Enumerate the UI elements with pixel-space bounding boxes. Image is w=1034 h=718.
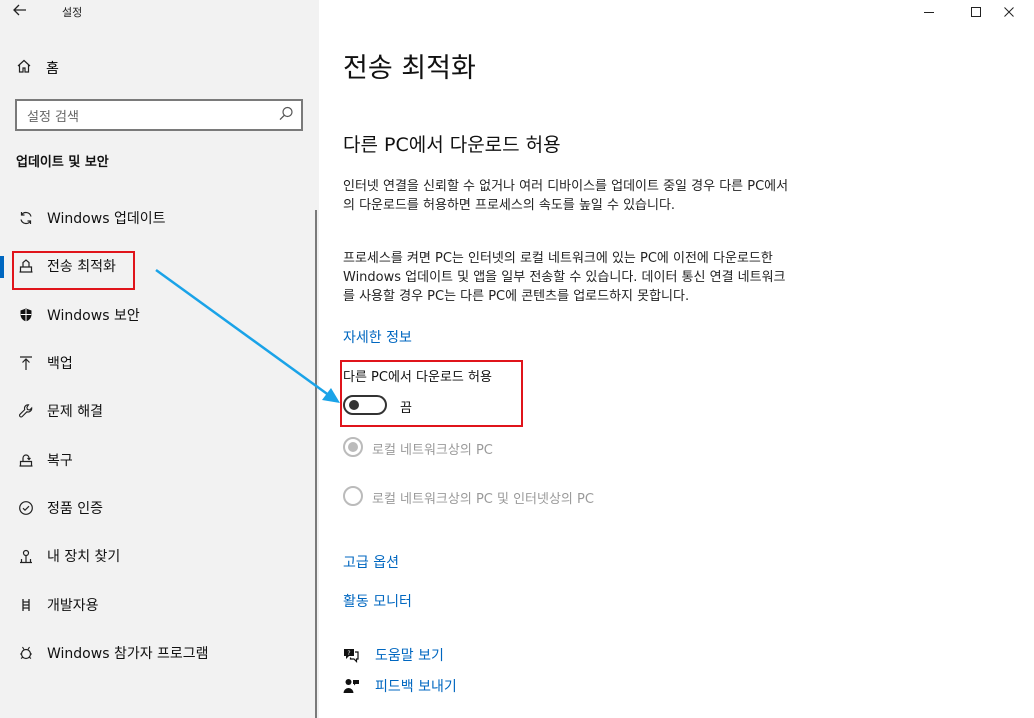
help-chat-icon: ?	[342, 646, 360, 664]
sidebar-item-label: 복구	[47, 452, 73, 469]
radio-label: 로컬 네트워크상의 PC 및 인터넷상의 PC	[372, 492, 594, 507]
sidebar-item-backup[interactable]: 백업	[0, 339, 319, 387]
sidebar-item-label: Windows 업데이트	[47, 211, 166, 228]
sidebar: 설정 홈 설정 검색 업데이트 및 보안 Windows 업데이트 전송 최적화	[0, 0, 319, 718]
recovery-icon	[16, 450, 36, 470]
toggle-knob	[349, 400, 359, 410]
toggle-state-text: 끔	[400, 401, 412, 416]
page-title: 전송 최적화	[343, 53, 476, 84]
sidebar-item-label: 개발자용	[47, 597, 99, 614]
feedback-icon	[342, 677, 360, 695]
svg-text:?: ?	[347, 650, 350, 657]
description-paragraph: 프로세스를 켜면 PC는 인터넷의 로컬 네트워크에 있는 PC에 이전에 다운…	[343, 251, 786, 304]
sidebar-item-activation[interactable]: 정품 인증	[0, 484, 319, 532]
sidebar-item-for-developers[interactable]: 개발자용	[0, 580, 319, 628]
toggle-label: 다른 PC에서 다운로드 허용	[343, 370, 492, 385]
section-subtitle: 다른 PC에서 다운로드 허용	[343, 134, 561, 156]
sidebar-item-label: 내 장치 찾기	[47, 549, 121, 566]
back-arrow-icon[interactable]	[12, 2, 34, 22]
radio-label: 로컬 네트워크상의 PC	[372, 443, 493, 458]
sidebar-item-label: Windows 참가자 프로그램	[47, 645, 209, 662]
activity-monitor-link[interactable]: 활동 모니터	[343, 591, 412, 611]
developer-icon	[16, 595, 36, 615]
search-placeholder: 설정 검색	[27, 110, 79, 125]
sidebar-scrollbar[interactable]	[315, 210, 317, 718]
sync-icon	[16, 208, 36, 228]
app-title: 설정	[62, 6, 83, 19]
description-paragraph: 인터넷 연결을 신뢰할 수 없거나 여러 디바이스를 업데이트 중일 경우 다른…	[343, 179, 789, 213]
allow-downloads-toggle[interactable]	[343, 395, 387, 415]
radio-local-network[interactable]	[343, 437, 363, 457]
search-icon	[277, 105, 295, 123]
find-device-icon	[16, 546, 36, 566]
sidebar-item-label: 백업	[47, 356, 73, 373]
backup-arrow-icon	[16, 353, 36, 373]
sidebar-item-find-my-device[interactable]: 내 장치 찾기	[0, 532, 319, 580]
sidebar-item-label: 정품 인증	[47, 500, 103, 517]
shield-icon	[16, 305, 36, 325]
advanced-options-link[interactable]: 고급 옵션	[343, 552, 399, 572]
sidebar-item-label: Windows 보안	[47, 307, 140, 324]
sidebar-item-troubleshoot[interactable]: 문제 해결	[0, 387, 319, 435]
home-icon	[16, 58, 36, 78]
insider-icon	[16, 643, 36, 663]
section-title: 업데이트 및 보안	[16, 155, 109, 170]
wrench-icon	[16, 401, 36, 421]
home-nav-item[interactable]: 홈	[16, 56, 59, 80]
sidebar-item-insider-program[interactable]: Windows 참가자 프로그램	[0, 629, 319, 677]
main-content: 전송 최적화 다른 PC에서 다운로드 허용 인터넷 연결을 신뢰할 수 없거나…	[319, 0, 1034, 718]
highlight-delivery-optimization	[12, 251, 135, 290]
radio-selected-dot	[348, 442, 358, 452]
check-circle-icon	[16, 498, 36, 518]
give-feedback-link[interactable]: 피드백 보내기	[375, 676, 457, 696]
search-input[interactable]: 설정 검색	[15, 99, 303, 131]
sidebar-item-windows-update[interactable]: Windows 업데이트	[0, 194, 319, 242]
more-info-link[interactable]: 자세한 정보	[343, 327, 412, 347]
sidebar-item-label: 문제 해결	[47, 404, 103, 421]
get-help-link[interactable]: 도움말 보기	[375, 645, 444, 665]
sidebar-item-windows-security[interactable]: Windows 보안	[0, 291, 319, 339]
radio-local-and-internet[interactable]	[343, 486, 363, 506]
sidebar-item-recovery[interactable]: 복구	[0, 435, 319, 483]
home-label: 홈	[46, 61, 59, 77]
